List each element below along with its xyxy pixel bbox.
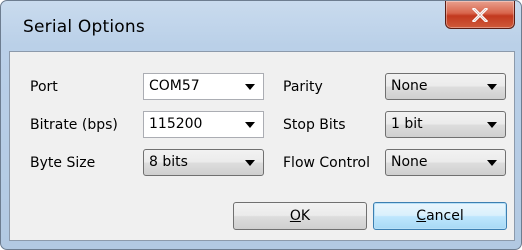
flow-control-select[interactable]: None xyxy=(385,149,506,176)
serial-options-dialog: Serial Options Port COM57 Bitrate (bps) … xyxy=(0,0,522,250)
byte-size-value: 8 bits xyxy=(149,154,188,170)
ok-button-mnemonic: O xyxy=(289,208,301,224)
chevron-down-icon xyxy=(245,84,255,90)
parity-select[interactable]: None xyxy=(385,73,506,100)
cancel-button[interactable]: Cancel xyxy=(373,202,507,230)
parity-label: Parity xyxy=(283,79,323,95)
flow-control-value: None xyxy=(391,154,428,170)
chevron-down-icon xyxy=(487,122,497,128)
ok-button-label: K xyxy=(300,208,311,224)
chevron-down-icon xyxy=(245,122,255,128)
byte-size-select[interactable]: 8 bits xyxy=(143,149,264,176)
bitrate-value: 115200 xyxy=(149,116,203,132)
cancel-button-mnemonic: C xyxy=(416,208,427,224)
flow-control-label: Flow Control xyxy=(283,155,371,171)
dialog-body: Port COM57 Bitrate (bps) 115200 Byte Siz… xyxy=(9,51,515,241)
byte-size-label: Byte Size xyxy=(30,155,96,171)
chevron-down-icon xyxy=(487,84,497,90)
parity-value: None xyxy=(391,78,428,94)
close-button[interactable] xyxy=(445,1,515,29)
close-x-icon xyxy=(472,8,488,22)
stop-bits-value: 1 bit xyxy=(391,116,423,132)
port-value: COM57 xyxy=(149,78,200,94)
port-label: Port xyxy=(30,79,58,95)
title-bar[interactable]: Serial Options xyxy=(1,1,521,51)
chevron-down-icon xyxy=(245,160,255,166)
chevron-down-icon xyxy=(487,160,497,166)
port-select[interactable]: COM57 xyxy=(143,73,264,100)
cancel-button-label: ancel xyxy=(426,208,464,224)
window-title: Serial Options xyxy=(23,17,145,37)
stop-bits-label: Stop Bits xyxy=(283,117,346,133)
bitrate-label: Bitrate (bps) xyxy=(30,117,118,133)
ok-button[interactable]: OK xyxy=(233,202,367,230)
stop-bits-select[interactable]: 1 bit xyxy=(385,111,506,138)
bitrate-combobox[interactable]: 115200 xyxy=(143,111,264,138)
